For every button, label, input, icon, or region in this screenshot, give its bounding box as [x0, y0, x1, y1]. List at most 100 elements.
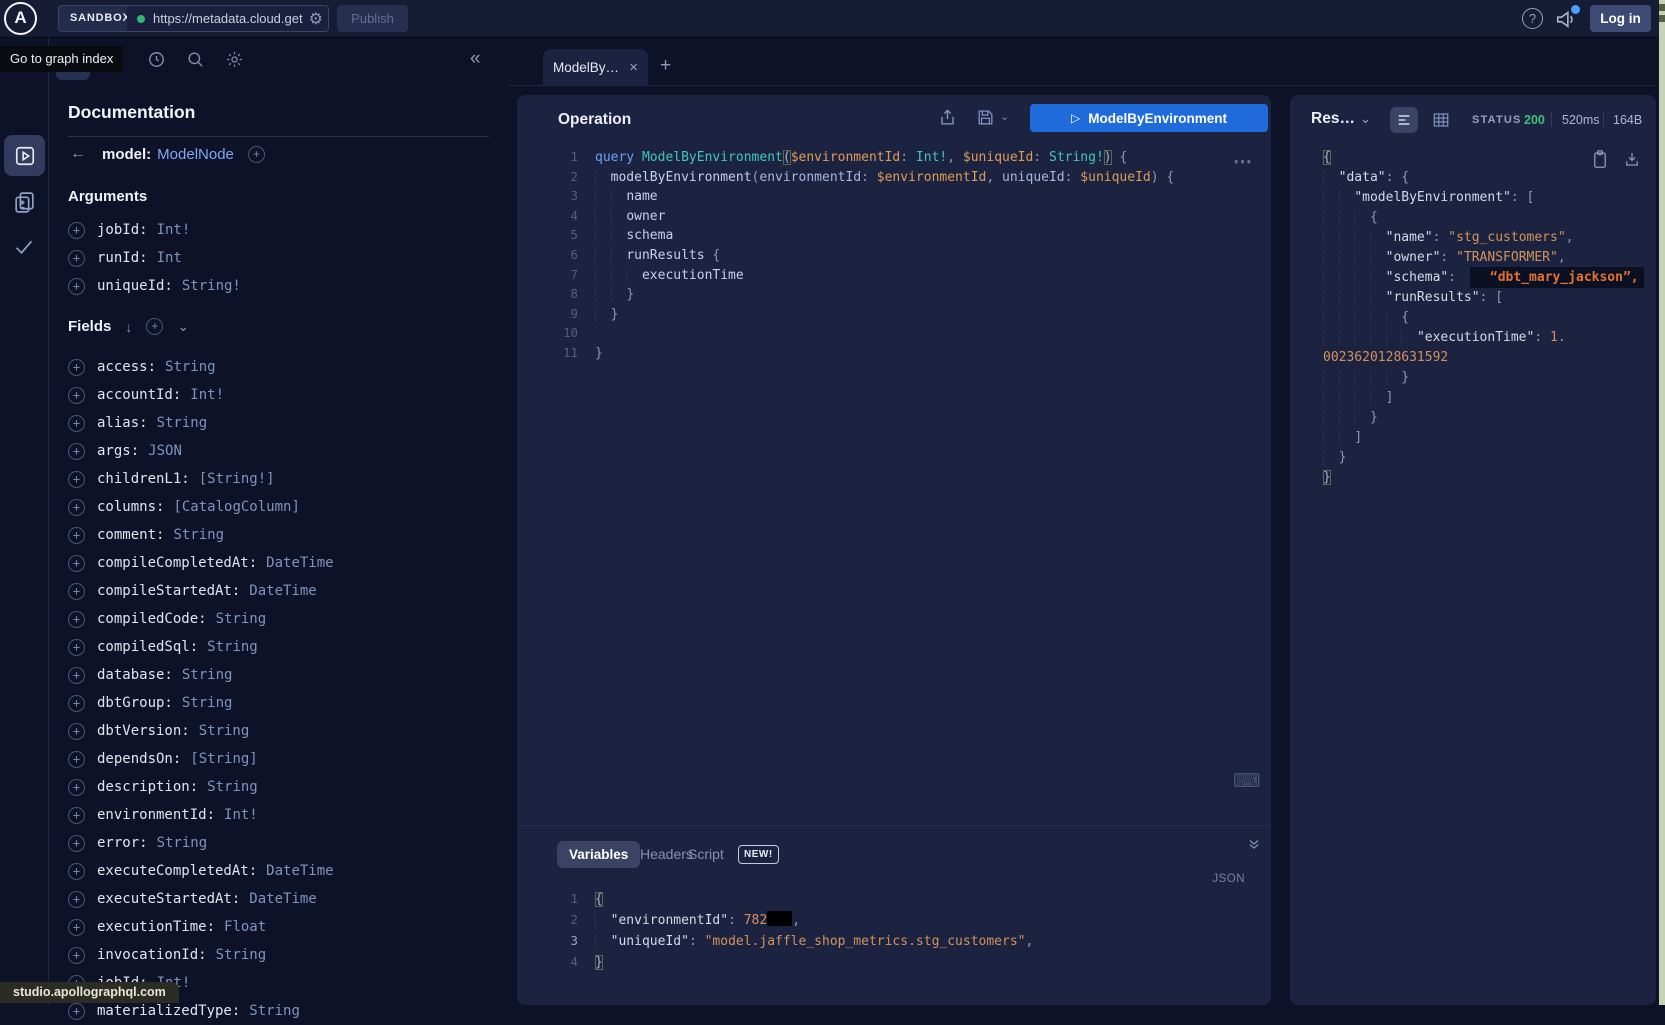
- history-icon[interactable]: [147, 50, 166, 69]
- add-to-query-icon[interactable]: +: [68, 250, 85, 267]
- field-type[interactable]: DateTime: [266, 863, 333, 879]
- code-line[interactable]: }: [1323, 408, 1644, 428]
- field-type[interactable]: Int!: [190, 387, 224, 403]
- add-to-query-icon[interactable]: +: [68, 807, 85, 824]
- operation-editor[interactable]: 1query ModelByEnvironment($environmentId…: [547, 147, 1261, 363]
- code-line[interactable]: {: [1323, 208, 1644, 228]
- argument-row[interactable]: +uniqueId:String!: [68, 272, 489, 300]
- field-type[interactable]: String: [207, 779, 258, 795]
- field-type[interactable]: String: [157, 835, 208, 851]
- field-type[interactable]: [CatalogColumn]: [173, 499, 299, 515]
- announcements-icon[interactable]: [1554, 8, 1578, 30]
- endpoint-url-value[interactable]: https://metadata.cloud.get: [153, 11, 307, 26]
- add-to-query-icon[interactable]: +: [68, 667, 85, 684]
- share-operation-icon[interactable]: [938, 108, 957, 127]
- tab-variables[interactable]: Variables: [557, 841, 640, 868]
- code-line[interactable]: 6 runResults {: [547, 245, 1261, 265]
- field-row[interactable]: +compiledSql:String: [68, 633, 489, 661]
- field-row[interactable]: +executionTime:Float: [68, 913, 489, 941]
- add-to-query-icon[interactable]: +: [68, 415, 85, 432]
- add-to-query-icon[interactable]: +: [68, 278, 85, 295]
- field-type[interactable]: String: [182, 667, 233, 683]
- field-type[interactable]: Float: [224, 919, 266, 935]
- help-icon[interactable]: ?: [1522, 8, 1543, 29]
- argument-row[interactable]: +jobId:Int!: [68, 216, 489, 244]
- code-line[interactable]: ]: [1323, 428, 1644, 448]
- code-line[interactable]: 7 executionTime: [547, 265, 1261, 285]
- publish-button[interactable]: Publish: [337, 5, 408, 32]
- field-type[interactable]: String: [207, 639, 258, 655]
- code-line[interactable]: "owner": "TRANSFORMER",: [1323, 248, 1644, 268]
- field-type[interactable]: String: [157, 415, 208, 431]
- add-to-query-icon[interactable]: +: [68, 443, 85, 460]
- sort-fields-icon[interactable]: ↓: [125, 319, 132, 335]
- field-row[interactable]: +environmentId:Int!: [68, 801, 489, 829]
- connection-settings-icon[interactable]: ⚙: [309, 9, 323, 29]
- field-row[interactable]: +database:String: [68, 661, 489, 689]
- field-type[interactable]: Int!: [157, 222, 191, 238]
- code-line[interactable]: {: [1323, 308, 1644, 328]
- collapse-variables-icon[interactable]: [1247, 837, 1261, 851]
- code-line[interactable]: 3 name: [547, 186, 1261, 206]
- add-to-query-icon[interactable]: +: [68, 222, 85, 239]
- code-line[interactable]: "modelByEnvironment": [: [1323, 188, 1644, 208]
- code-line[interactable]: 0023620128631592: [1323, 348, 1644, 368]
- field-row[interactable]: +dependsOn:[String]: [68, 745, 489, 773]
- keyboard-shortcuts-icon[interactable]: ⌨: [1233, 770, 1260, 793]
- response-chevron-icon[interactable]: ⌄: [1360, 111, 1371, 127]
- field-row[interactable]: +executeStartedAt:DateTime: [68, 885, 489, 913]
- sidebar-item-checks[interactable]: [12, 237, 37, 259]
- code-line[interactable]: "data": {: [1323, 168, 1644, 188]
- search-icon[interactable]: [186, 50, 205, 69]
- add-to-query-icon[interactable]: +: [68, 1003, 85, 1020]
- field-type[interactable]: String: [249, 1003, 300, 1019]
- add-to-query-icon[interactable]: +: [68, 835, 85, 852]
- code-line[interactable]: 11}: [547, 343, 1261, 363]
- add-to-query-icon[interactable]: +: [68, 387, 85, 404]
- code-line[interactable]: 8 }: [547, 284, 1261, 304]
- field-type[interactable]: String!: [182, 278, 241, 294]
- field-row[interactable]: +accountId:Int!: [68, 381, 489, 409]
- add-to-query-icon[interactable]: +: [68, 359, 85, 376]
- code-line[interactable]: "runResults": [: [1323, 288, 1644, 308]
- add-to-query-icon[interactable]: +: [68, 779, 85, 796]
- fields-options-chevron-icon[interactable]: ⌄: [177, 318, 189, 335]
- field-type[interactable]: String: [165, 359, 216, 375]
- back-arrow-icon[interactable]: ←: [70, 145, 92, 163]
- add-to-query-icon[interactable]: +: [68, 583, 85, 600]
- code-line[interactable]: }: [1323, 448, 1644, 468]
- field-row[interactable]: +alias:String: [68, 409, 489, 437]
- add-to-query-icon[interactable]: +: [68, 499, 85, 516]
- code-line[interactable]: {: [1323, 148, 1644, 168]
- page-scrollbar[interactable]: [1659, 0, 1665, 1005]
- breadcrumb-type-link[interactable]: ModelNode: [157, 146, 234, 163]
- add-to-query-icon[interactable]: +: [68, 723, 85, 740]
- field-row[interactable]: +compiledCode:String: [68, 605, 489, 633]
- field-row[interactable]: +childrenL1:[String!]: [68, 465, 489, 493]
- code-line[interactable]: 3 "uniqueId": "model.jaffle_shop_metrics…: [547, 930, 1261, 951]
- add-to-query-icon[interactable]: +: [68, 751, 85, 768]
- add-to-query-icon[interactable]: +: [68, 919, 85, 936]
- code-line[interactable]: "name": "stg_customers",: [1323, 228, 1644, 248]
- tab-script[interactable]: Script: [688, 841, 724, 868]
- field-type[interactable]: [String]: [190, 751, 257, 767]
- code-line[interactable]: }: [1323, 368, 1644, 388]
- code-line[interactable]: 1{: [547, 888, 1261, 909]
- field-row[interactable]: +error:String: [68, 829, 489, 857]
- add-to-query-icon[interactable]: +: [68, 471, 85, 488]
- code-line[interactable]: 10: [547, 323, 1261, 343]
- tab-modelbyenvironment[interactable]: ModelByEnvironment ×: [543, 49, 648, 86]
- code-line[interactable]: 9 }: [547, 304, 1261, 324]
- close-tab-icon[interactable]: ×: [629, 59, 638, 76]
- code-line[interactable]: 1query ModelByEnvironment($environmentId…: [547, 147, 1261, 167]
- field-type[interactable]: Int: [157, 250, 182, 266]
- field-row[interactable]: +executeCompletedAt:DateTime: [68, 857, 489, 885]
- formatted-view-button[interactable]: [1390, 107, 1418, 133]
- add-to-query-icon[interactable]: +: [68, 695, 85, 712]
- settings-gear-icon[interactable]: [225, 50, 244, 69]
- field-row[interactable]: +comment:String: [68, 521, 489, 549]
- collapse-docs-icon[interactable]: «: [470, 48, 481, 70]
- add-to-query-icon[interactable]: +: [68, 555, 85, 572]
- code-line[interactable]: ]: [1323, 388, 1644, 408]
- field-type[interactable]: DateTime: [266, 555, 333, 571]
